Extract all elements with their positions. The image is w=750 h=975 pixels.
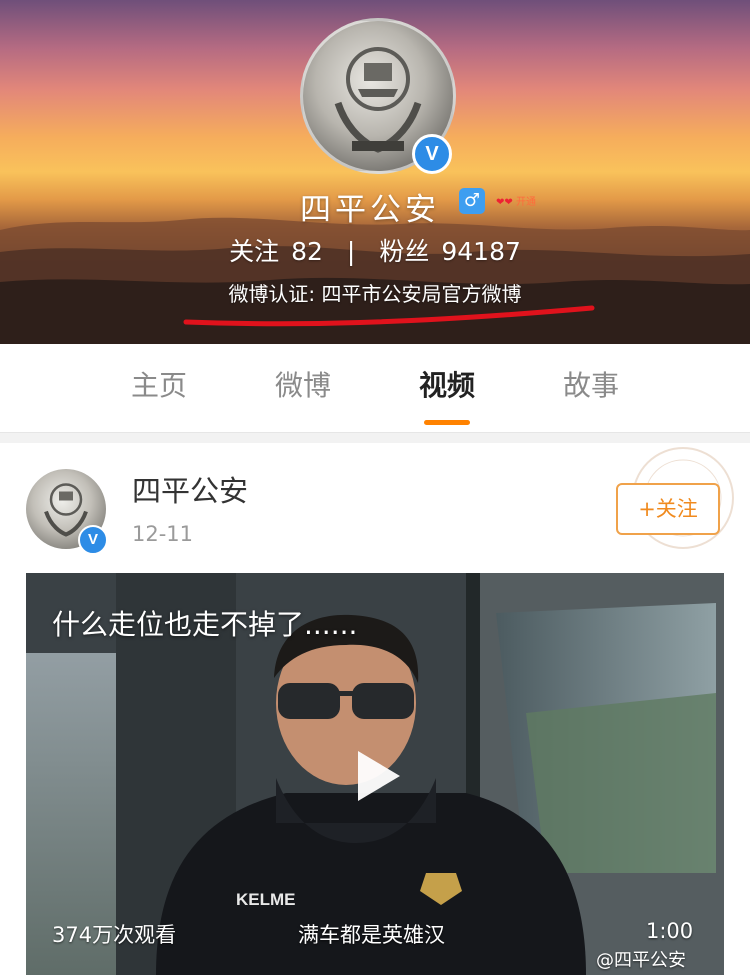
tab-video[interactable]: 视频: [387, 366, 507, 406]
followers-label: 粉丝: [379, 237, 430, 266]
member-hearts-icon: ❤❤: [496, 197, 513, 208]
jacket-brand-text: KELME: [236, 890, 296, 909]
profile-header: V 四平公安 ♂ ❤❤ 开通 关注 82 | 粉丝 94187 微博认证: 四平市公安局…: [0, 0, 750, 344]
member-badge[interactable]: ❤❤ 开通: [496, 196, 564, 210]
follow-button[interactable]: +关注: [616, 483, 720, 535]
video-title: 什么走位也走不掉了......: [52, 608, 358, 641]
video-duration: 1:00: [646, 919, 694, 943]
male-icon: ♂: [459, 188, 485, 214]
followers-stat[interactable]: 粉丝 94187: [379, 237, 521, 266]
tab-story[interactable]: 故事: [531, 366, 651, 406]
following-stat[interactable]: 关注 82: [229, 237, 323, 266]
video-subtitle: 满车都是英雄汉: [298, 923, 445, 947]
verified-v-icon: V: [412, 134, 452, 174]
red-underline-annotation: [183, 305, 595, 327]
verified-v-icon: V: [78, 525, 108, 555]
video-post: V 四平公安 12-11 +关注 KELME 什么走位也走不掉了...... 3…: [0, 443, 750, 975]
profile-stats: 关注 82 | 粉丝 94187: [0, 232, 750, 272]
post-timestamp: 12-11: [132, 522, 194, 546]
tab-home[interactable]: 主页: [99, 366, 219, 406]
view-count: 374万次观看: [52, 923, 177, 947]
stats-separator: |: [346, 237, 356, 266]
weibo-watermark: @四平公安: [596, 950, 686, 971]
section-divider: [0, 433, 750, 443]
profile-tabs: 主页 微博 视频 故事: [0, 344, 750, 433]
profile-name: 四平公安: [300, 192, 440, 228]
member-badge-label: 开通: [515, 197, 536, 208]
following-count: 82: [291, 237, 323, 266]
play-icon[interactable]: [344, 745, 406, 807]
following-label: 关注: [229, 237, 280, 266]
video-player[interactable]: KELME 什么走位也走不掉了...... 374万次观看 满车都是英雄汉 1:…: [26, 573, 724, 975]
followers-count: 94187: [441, 237, 521, 266]
post-author-name[interactable]: 四平公安: [132, 471, 248, 511]
tab-weibo[interactable]: 微博: [243, 366, 363, 406]
active-tab-indicator: [424, 420, 470, 425]
